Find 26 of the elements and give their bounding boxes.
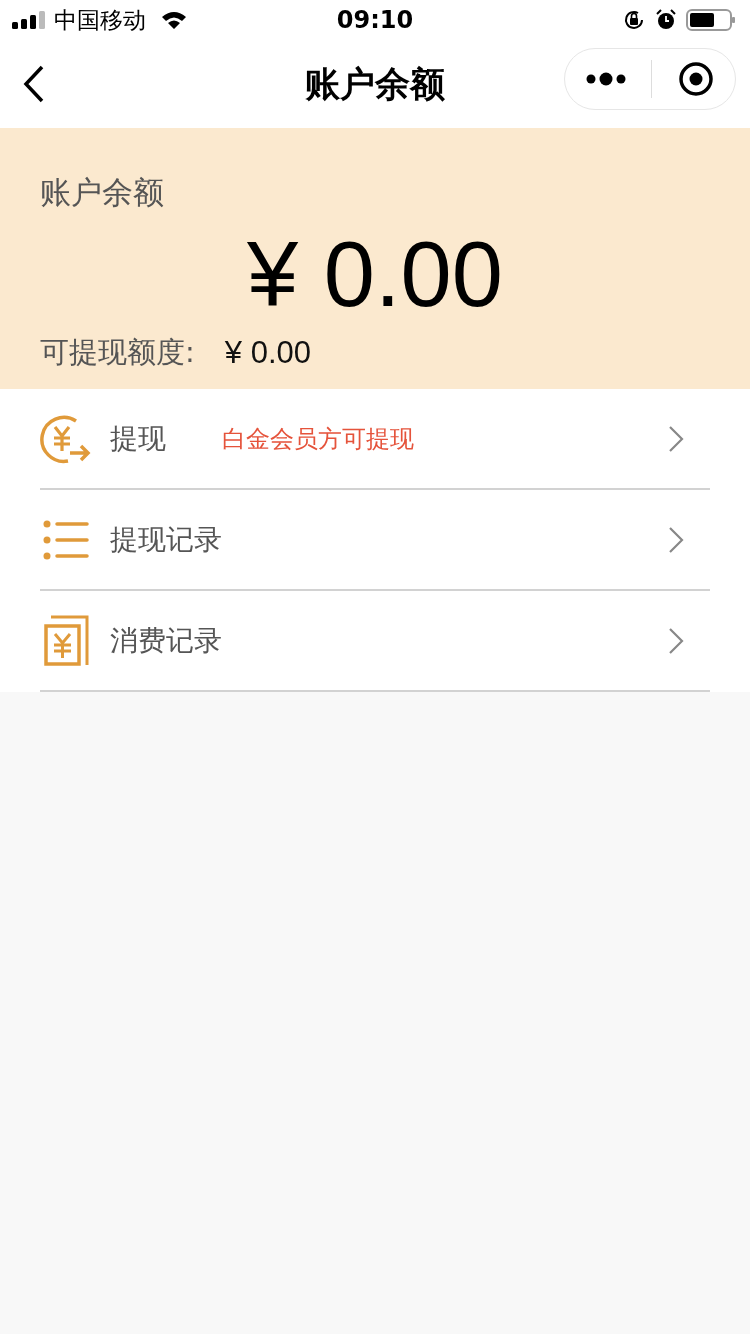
balance-label: 账户余额: [40, 173, 165, 212]
page-title: 账户余额: [305, 62, 445, 106]
yen-arrow-icon: [40, 412, 92, 465]
rotation-lock-icon: [622, 8, 646, 32]
menu-item[interactable]: 提现记录: [40, 490, 710, 591]
back-icon[interactable]: [22, 65, 46, 103]
menu-note: 白金会员方可提现: [222, 423, 414, 455]
chevron-right-icon: [668, 627, 684, 655]
carrier-name: 中国移动: [54, 5, 146, 35]
menu-label: 提现: [110, 420, 166, 457]
menu-label: 消费记录: [110, 622, 222, 659]
chevron-right-icon: [668, 526, 684, 554]
more-icon[interactable]: [585, 71, 626, 87]
chevron-right-icon: [668, 425, 684, 453]
menu-item[interactable]: 消费记录: [40, 591, 710, 692]
balance-amount: ¥ 0.00: [247, 222, 503, 327]
alarm-icon: [654, 8, 678, 32]
menu-item[interactable]: 提现 白金会员方可提现: [40, 389, 710, 490]
battery-icon: [686, 8, 736, 32]
menu-label: 提现记录: [110, 521, 222, 558]
withdrawable-label: 可提现额度:: [40, 334, 195, 371]
close-icon[interactable]: [678, 61, 715, 97]
withdrawable-amount: ¥ 0.00: [224, 335, 311, 371]
signal-icon: [12, 10, 46, 30]
wifi-icon: [160, 10, 188, 30]
status-time: 09:10: [336, 6, 414, 34]
